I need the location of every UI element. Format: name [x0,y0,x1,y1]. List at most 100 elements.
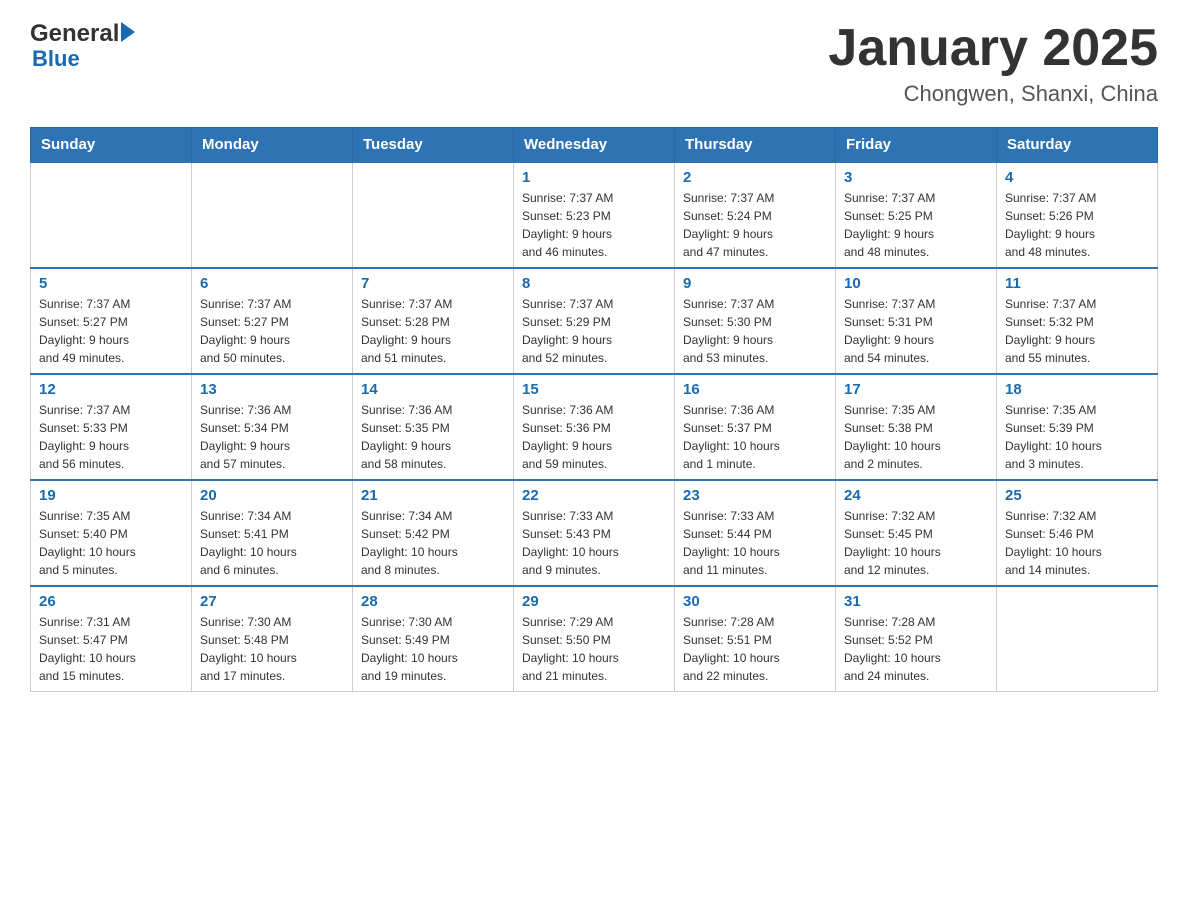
day-number: 26 [39,593,183,610]
day-number: 10 [844,275,988,292]
day-info: Sunrise: 7:37 AMSunset: 5:29 PMDaylight:… [522,295,666,367]
calendar-cell: 28Sunrise: 7:30 AMSunset: 5:49 PMDayligh… [353,586,514,692]
day-info: Sunrise: 7:37 AMSunset: 5:25 PMDaylight:… [844,189,988,261]
logo-general-text: General [30,20,119,48]
day-number: 17 [844,381,988,398]
calendar-cell: 13 Sunrise: 7:36 AMSunset: 5:34 PMDayligh… [192,374,353,480]
calendar-cell [997,586,1158,692]
calendar-cell: 7 Sunrise: 7:37 AMSunset: 5:28 PMDaylight… [353,268,514,374]
calendar-cell: 17 Sunrise: 7:35 AMSunset: 5:38 PMDayligh… [836,374,997,480]
calendar-cell: 19 Sunrise: 7:35 AMSunset: 5:40 PMDayligh… [31,480,192,586]
day-info: Sunrise: 7:37 AMSunset: 5:32 PMDaylight:… [1005,295,1149,367]
calendar-cell: 29 Sunrise: 7:29 AMSunset: 5:50 PMDayligh… [514,586,675,692]
calendar-cell: 4 Sunrise: 7:37 AMSunset: 5:26 PMDaylight… [997,162,1158,268]
day-number: 7 [361,275,505,292]
day-number: 11 [1005,275,1149,292]
day-info: Sunrise: 7:34 AMSunset: 5:42 PMDaylight:… [361,507,505,579]
calendar-cell [353,162,514,268]
day-number: 21 [361,487,505,504]
day-info: Sunrise: 7:28 AMSunset: 5:51 PMDaylight:… [683,613,827,685]
calendar-week-row: 19 Sunrise: 7:35 AMSunset: 5:40 PMDayligh… [31,480,1158,586]
day-info: Sunrise: 7:35 AMSunset: 5:40 PMDaylight:… [39,507,183,579]
day-info: Sunrise: 7:35 AMSunset: 5:39 PMDaylight:… [1005,401,1149,473]
day-info: Sunrise: 7:35 AMSunset: 5:38 PMDaylight:… [844,401,988,473]
calendar-cell: 11 Sunrise: 7:37 AMSunset: 5:32 PMDayligh… [997,268,1158,374]
calendar-cell: 24Sunrise: 7:32 AMSunset: 5:45 PMDayligh… [836,480,997,586]
calendar-cell: 26 Sunrise: 7:31 AMSunset: 5:47 PMDayligh… [31,586,192,692]
calendar-cell: 15Sunrise: 7:36 AMSunset: 5:36 PMDayligh… [514,374,675,480]
day-info: Sunrise: 7:28 AMSunset: 5:52 PMDaylight:… [844,613,988,685]
calendar-header-tuesday: Tuesday [353,128,514,163]
logo-blue-text: Blue [32,48,80,70]
day-info: Sunrise: 7:37 AMSunset: 5:24 PMDaylight:… [683,189,827,261]
calendar-cell: 21 Sunrise: 7:34 AMSunset: 5:42 PMDayligh… [353,480,514,586]
day-info: Sunrise: 7:31 AMSunset: 5:47 PMDaylight:… [39,613,183,685]
day-info: Sunrise: 7:32 AMSunset: 5:46 PMDaylight:… [1005,507,1149,579]
day-info: Sunrise: 7:37 AMSunset: 5:26 PMDaylight:… [1005,189,1149,261]
calendar-cell: 25 Sunrise: 7:32 AMSunset: 5:46 PMDayligh… [997,480,1158,586]
day-info: Sunrise: 7:32 AMSunset: 5:45 PMDaylight:… [844,507,988,579]
calendar-header-sunday: Sunday [31,128,192,163]
calendar-week-row: 1Sunrise: 7:37 AMSunset: 5:23 PMDaylight… [31,162,1158,268]
logo: General Blue [30,20,135,70]
calendar-cell: 10Sunrise: 7:37 AMSunset: 5:31 PMDayligh… [836,268,997,374]
calendar-cell: 2 Sunrise: 7:37 AMSunset: 5:24 PMDaylight… [675,162,836,268]
day-number: 13 [200,381,344,398]
day-number: 30 [683,593,827,610]
calendar-cell: 6 Sunrise: 7:37 AMSunset: 5:27 PMDaylight… [192,268,353,374]
calendar-week-row: 26 Sunrise: 7:31 AMSunset: 5:47 PMDayligh… [31,586,1158,692]
calendar-cell: 5Sunrise: 7:37 AMSunset: 5:27 PMDaylight… [31,268,192,374]
day-number: 15 [522,381,666,398]
day-number: 3 [844,169,988,186]
day-number: 6 [200,275,344,292]
day-info: Sunrise: 7:37 AMSunset: 5:28 PMDaylight:… [361,295,505,367]
calendar-week-row: 12Sunrise: 7:37 AMSunset: 5:33 PMDayligh… [31,374,1158,480]
month-title: January 2025 [828,20,1158,77]
calendar-cell: 9 Sunrise: 7:37 AMSunset: 5:30 PMDaylight… [675,268,836,374]
calendar-header-friday: Friday [836,128,997,163]
calendar-cell: 31Sunrise: 7:28 AMSunset: 5:52 PMDayligh… [836,586,997,692]
day-info: Sunrise: 7:36 AMSunset: 5:37 PMDaylight:… [683,401,827,473]
calendar-header-saturday: Saturday [997,128,1158,163]
title-block: January 2025 Chongwen, Shanxi, China [828,20,1158,107]
calendar-cell: 1Sunrise: 7:37 AMSunset: 5:23 PMDaylight… [514,162,675,268]
day-number: 2 [683,169,827,186]
day-number: 25 [1005,487,1149,504]
day-info: Sunrise: 7:30 AMSunset: 5:48 PMDaylight:… [200,613,344,685]
day-info: Sunrise: 7:33 AMSunset: 5:44 PMDaylight:… [683,507,827,579]
day-number: 4 [1005,169,1149,186]
day-number: 27 [200,593,344,610]
day-info: Sunrise: 7:34 AMSunset: 5:41 PMDaylight:… [200,507,344,579]
day-number: 9 [683,275,827,292]
day-number: 16 [683,381,827,398]
calendar-header-monday: Monday [192,128,353,163]
calendar-table: SundayMondayTuesdayWednesdayThursdayFrid… [30,127,1158,692]
calendar-cell: 3 Sunrise: 7:37 AMSunset: 5:25 PMDaylight… [836,162,997,268]
calendar-cell: 23 Sunrise: 7:33 AMSunset: 5:44 PMDayligh… [675,480,836,586]
day-info: Sunrise: 7:36 AMSunset: 5:34 PMDaylight:… [200,401,344,473]
calendar-header-wednesday: Wednesday [514,128,675,163]
day-info: Sunrise: 7:37 AMSunset: 5:27 PMDaylight:… [39,295,183,367]
day-info: Sunrise: 7:30 AMSunset: 5:49 PMDaylight:… [361,613,505,685]
day-info: Sunrise: 7:37 AMSunset: 5:33 PMDaylight:… [39,401,183,473]
calendar-cell: 27 Sunrise: 7:30 AMSunset: 5:48 PMDayligh… [192,586,353,692]
day-number: 29 [522,593,666,610]
day-number: 14 [361,381,505,398]
day-info: Sunrise: 7:36 AMSunset: 5:35 PMDaylight:… [361,401,505,473]
day-number: 22 [522,487,666,504]
day-number: 18 [1005,381,1149,398]
calendar-week-row: 5Sunrise: 7:37 AMSunset: 5:27 PMDaylight… [31,268,1158,374]
calendar-cell: 30 Sunrise: 7:28 AMSunset: 5:51 PMDayligh… [675,586,836,692]
calendar-cell: 16 Sunrise: 7:36 AMSunset: 5:37 PMDayligh… [675,374,836,480]
calendar-cell: 8Sunrise: 7:37 AMSunset: 5:29 PMDaylight… [514,268,675,374]
calendar-header-row: SundayMondayTuesdayWednesdayThursdayFrid… [31,128,1158,163]
day-number: 19 [39,487,183,504]
day-info: Sunrise: 7:29 AMSunset: 5:50 PMDaylight:… [522,613,666,685]
location-title: Chongwen, Shanxi, China [828,81,1158,107]
day-number: 1 [522,169,666,186]
day-info: Sunrise: 7:37 AMSunset: 5:30 PMDaylight:… [683,295,827,367]
day-number: 23 [683,487,827,504]
calendar-cell: 22Sunrise: 7:33 AMSunset: 5:43 PMDayligh… [514,480,675,586]
day-info: Sunrise: 7:37 AMSunset: 5:27 PMDaylight:… [200,295,344,367]
logo-arrow-icon [121,22,135,42]
